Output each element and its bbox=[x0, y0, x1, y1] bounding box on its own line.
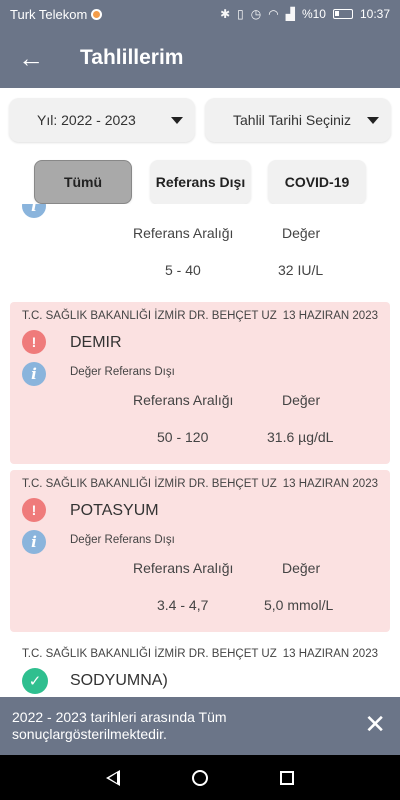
carrier-label: Turk Telekom bbox=[10, 6, 88, 22]
snackbar-message: 2022 - 2023 tarihleri arasında Tüm sonuç… bbox=[12, 709, 227, 742]
filter-row: Yıl: 2022 - 2023 Tahlil Tarihi Seçiniz bbox=[9, 98, 391, 142]
chip-covid[interactable]: COVID-19 bbox=[268, 160, 366, 204]
ref-range: 3.4 - 4,7 bbox=[157, 597, 209, 613]
nav-home-icon[interactable] bbox=[192, 769, 208, 786]
test-name: POTASYUM bbox=[70, 502, 159, 519]
system-nav-bar bbox=[0, 755, 400, 800]
chevron-down-icon bbox=[367, 116, 379, 124]
status-bar: Turk Telekom ✱ ▯ ◷ ◠ ▟ %10 10:37 bbox=[0, 0, 400, 28]
result-card-partial[interactable]: i Referans Aralığı Değer 5 - 40 32 IU/L bbox=[10, 204, 390, 294]
result-date: 13 HAZIRAN 2023 bbox=[282, 310, 378, 322]
info-icon[interactable]: i bbox=[22, 362, 46, 386]
notification-dot-icon bbox=[91, 8, 103, 20]
nav-recents-icon[interactable] bbox=[280, 770, 294, 785]
test-name: DEMIR bbox=[70, 334, 122, 351]
battery-icon bbox=[332, 9, 353, 19]
info-icon[interactable]: i bbox=[22, 530, 46, 554]
hospital-name: T.C. SAĞLIK BAKANLIĞI İZMİR DR. BEHÇET U… bbox=[22, 648, 277, 660]
chip-out-of-range[interactable]: Referans Dışı bbox=[150, 160, 251, 204]
ref-header: Referans Aralığı bbox=[133, 392, 234, 408]
result-note: Değer Referans Dışı bbox=[70, 534, 175, 546]
val-header: Değer bbox=[282, 392, 321, 408]
bluetooth-icon: ✱ bbox=[220, 7, 231, 21]
close-icon[interactable]: ✕ bbox=[364, 711, 386, 737]
snackbar: 2022 - 2023 tarihleri arasında Tüm sonuç… bbox=[0, 697, 400, 755]
hospital-name: T.C. SAĞLIK BAKANLIĞI İZMİR DR. BEHÇET U… bbox=[22, 478, 277, 490]
val-header: Değer bbox=[282, 225, 321, 241]
nav-back-icon[interactable] bbox=[106, 769, 120, 786]
val-header: Değer bbox=[282, 560, 321, 576]
warning-icon: ! bbox=[22, 498, 46, 522]
chip-all[interactable]: Tümü bbox=[34, 160, 132, 204]
signal-icon: ▟ bbox=[285, 7, 295, 21]
year-select-label: Yıl: 2022 - 2023 bbox=[37, 112, 136, 128]
results-list[interactable]: i Referans Aralığı Değer 5 - 40 32 IU/L … bbox=[0, 204, 400, 697]
ref-header: Referans Aralığı bbox=[133, 225, 234, 241]
result-card[interactable]: T.C. SAĞLIK BAKANLIĞI İZMİR DR. BEHÇET U… bbox=[10, 470, 390, 632]
result-date: 13 HAZIRAN 2023 bbox=[282, 648, 378, 660]
ref-range: 5 - 40 bbox=[165, 262, 201, 278]
ref-range: 50 - 120 bbox=[157, 429, 209, 445]
wifi-icon: ◠ bbox=[268, 7, 279, 21]
test-name: SODYUMNA) bbox=[70, 672, 168, 689]
alarm-icon: ◷ bbox=[250, 7, 262, 21]
date-select[interactable]: Tahlil Tarihi Seçiniz bbox=[205, 98, 391, 142]
result-value: 31.6 µg/dL bbox=[267, 429, 334, 445]
result-value: 5,0 mmol/L bbox=[264, 597, 334, 613]
app-bar: ← Tahlillerim bbox=[0, 28, 400, 88]
hospital-name: T.C. SAĞLIK BAKANLIĞI İZMİR DR. BEHÇET U… bbox=[22, 310, 277, 322]
result-note: Değer Referans Dışı bbox=[70, 366, 175, 378]
result-date: 13 HAZIRAN 2023 bbox=[282, 478, 378, 490]
arrow-left-icon[interactable]: ← bbox=[18, 45, 48, 71]
check-icon: ✓ bbox=[22, 668, 48, 694]
ref-header: Referans Aralığı bbox=[133, 560, 234, 576]
battery-percent: %10 bbox=[301, 7, 326, 21]
result-value: 32 IU/L bbox=[278, 262, 324, 278]
date-select-label: Tahlil Tarihi Seçiniz bbox=[233, 112, 352, 128]
result-card[interactable]: T.C. SAĞLIK BAKANLIĞI İZMİR DR. BEHÇET U… bbox=[10, 302, 390, 464]
year-select[interactable]: Yıl: 2022 - 2023 bbox=[9, 98, 195, 142]
warning-icon: ! bbox=[22, 330, 46, 354]
info-icon[interactable]: i bbox=[22, 204, 46, 218]
page-title: Tahlillerim bbox=[80, 46, 184, 69]
chevron-down-icon bbox=[171, 116, 183, 124]
category-chips: Tümü Referans Dışı COVID-19 bbox=[0, 160, 400, 204]
clock: 10:37 bbox=[359, 7, 390, 21]
vibrate-icon: ▯ bbox=[237, 7, 244, 21]
result-card[interactable]: T.C. SAĞLIK BAKANLIĞI İZMİR DR. BEHÇET U… bbox=[10, 640, 390, 697]
